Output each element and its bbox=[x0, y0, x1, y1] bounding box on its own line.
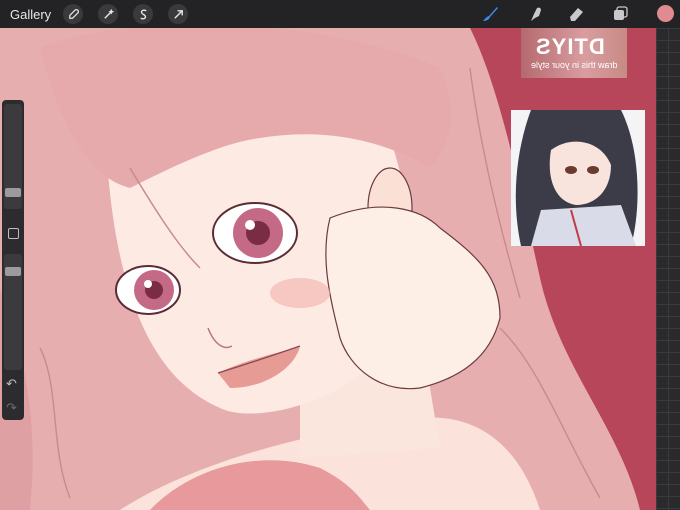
artwork-illustration bbox=[0, 28, 640, 510]
magic-wand-icon[interactable] bbox=[98, 4, 119, 24]
brush-size-handle[interactable] bbox=[5, 188, 21, 197]
reference-character-art bbox=[511, 110, 645, 246]
canvas-edge-strip bbox=[656, 28, 680, 510]
brush-size-slider[interactable] bbox=[4, 104, 22, 209]
eraser-icon[interactable] bbox=[566, 4, 586, 24]
reference-banner-image[interactable]: DTIYS draw this in your style bbox=[521, 28, 627, 78]
opacity-handle[interactable] bbox=[5, 267, 21, 276]
layers-icon[interactable] bbox=[610, 4, 630, 24]
smudge-icon[interactable] bbox=[526, 4, 546, 24]
undo-icon[interactable]: ↶ bbox=[6, 376, 17, 392]
drawing-canvas[interactable] bbox=[0, 28, 656, 510]
reference-photo[interactable] bbox=[511, 110, 645, 246]
top-toolbar: Gallery bbox=[0, 0, 680, 28]
redo-icon[interactable]: ↷ bbox=[6, 400, 17, 416]
banner-subtitle: draw this in your style bbox=[531, 60, 618, 70]
brush-icon[interactable] bbox=[480, 4, 500, 24]
gallery-button[interactable]: Gallery bbox=[10, 7, 51, 22]
banner-title: DTIYS bbox=[535, 34, 605, 59]
selection-icon[interactable] bbox=[133, 4, 154, 24]
color-swatch[interactable] bbox=[657, 5, 674, 22]
left-sidebar: ↶ ↷ bbox=[2, 100, 24, 420]
opacity-slider[interactable] bbox=[4, 254, 22, 370]
transform-arrow-icon[interactable] bbox=[168, 4, 189, 24]
modify-button[interactable] bbox=[8, 228, 19, 239]
wrench-icon[interactable] bbox=[63, 4, 84, 24]
